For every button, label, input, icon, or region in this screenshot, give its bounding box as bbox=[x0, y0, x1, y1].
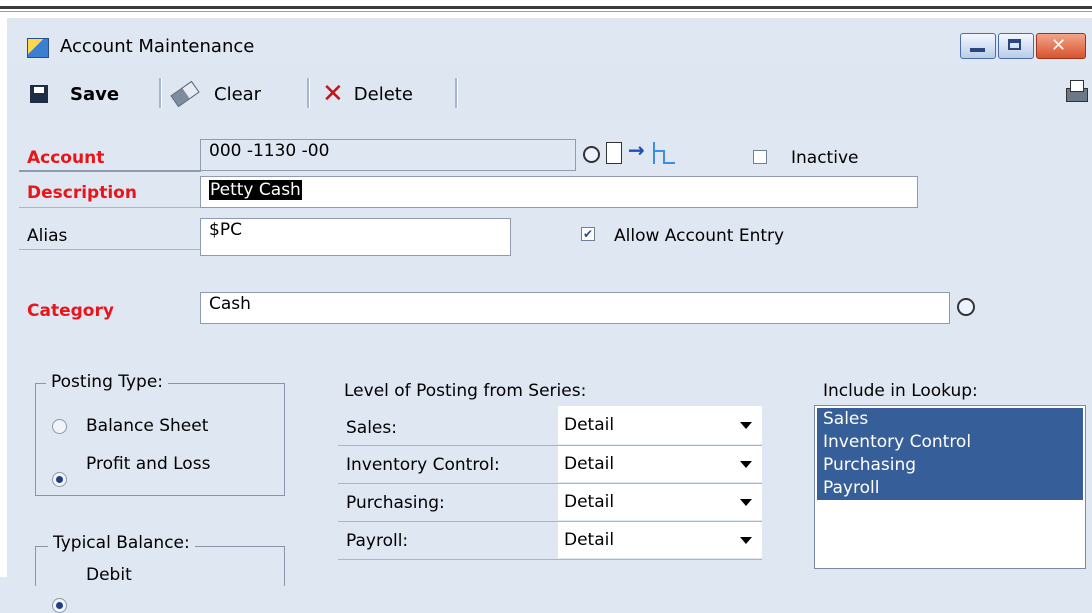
typical-balance-title: Typical Balance: bbox=[48, 533, 195, 553]
clear-label: Clear bbox=[214, 83, 262, 105]
posting-type-title: Posting Type: bbox=[46, 372, 169, 392]
screen-top-line bbox=[0, 6, 1092, 9]
lookup-item-purchasing[interactable]: Purchasing bbox=[817, 454, 1083, 477]
account-structure-icon[interactable] bbox=[650, 140, 678, 168]
account-lookup-button[interactable] bbox=[580, 143, 602, 165]
lookup-selection: Sales Inventory Control Purchasing Payro… bbox=[817, 408, 1083, 500]
category-value: Cash bbox=[209, 294, 251, 314]
include-in-lookup-title: Include in Lookup: bbox=[823, 381, 978, 401]
allow-entry-label: Allow Account Entry bbox=[614, 226, 785, 246]
inventory-posting-value: Detail bbox=[564, 454, 615, 474]
app-window-icon bbox=[27, 38, 49, 58]
toolbar-separator bbox=[307, 78, 310, 108]
description-value: Petty Cash bbox=[209, 180, 302, 200]
description-field[interactable]: Petty Cash bbox=[200, 176, 918, 208]
posting-type-group bbox=[35, 383, 285, 496]
inactive-label: Inactive bbox=[791, 148, 859, 168]
toolbar bbox=[7, 66, 1092, 120]
eraser-icon bbox=[170, 80, 200, 108]
description-label: Description bbox=[27, 183, 137, 203]
chevron-down-icon bbox=[740, 498, 752, 506]
minimize-button[interactable] bbox=[960, 33, 996, 59]
profit-and-loss-label: Profit and Loss bbox=[86, 454, 211, 474]
magnifier-icon bbox=[957, 298, 975, 316]
category-lookup-button[interactable] bbox=[954, 295, 978, 319]
sales-posting-value: Detail bbox=[564, 415, 615, 435]
minimize-icon bbox=[970, 48, 985, 52]
payroll-posting-value: Detail bbox=[564, 530, 615, 550]
alias-field[interactable]: $PC bbox=[200, 218, 511, 256]
delete-x-icon: ✕ bbox=[322, 79, 344, 109]
label-grid-line bbox=[19, 207, 201, 208]
print-button[interactable] bbox=[1064, 80, 1088, 106]
label-grid-line bbox=[19, 249, 201, 250]
alias-label: Alias bbox=[27, 226, 68, 246]
floppy-disk-icon bbox=[30, 85, 48, 103]
sales-posting-dropdown[interactable]: Detail bbox=[558, 406, 762, 444]
balance-sheet-label: Balance Sheet bbox=[86, 416, 209, 436]
purchasing-posting-dropdown[interactable]: Detail bbox=[558, 484, 762, 520]
tree-line-4 bbox=[663, 162, 675, 164]
include-in-lookup-list[interactable]: Sales Inventory Control Purchasing Payro… bbox=[814, 405, 1086, 569]
close-icon: ✕ bbox=[1051, 35, 1067, 56]
tree-line-1 bbox=[653, 142, 655, 164]
save-button[interactable]: Save bbox=[30, 76, 119, 112]
category-field[interactable]: Cash bbox=[200, 292, 950, 324]
posting-row-label-purchasing: Purchasing: bbox=[346, 493, 445, 513]
inactive-checkbox[interactable] bbox=[753, 150, 767, 164]
payroll-posting-dropdown[interactable]: Detail bbox=[558, 522, 762, 558]
debit-label: Debit bbox=[86, 565, 132, 585]
chevron-down-icon bbox=[740, 460, 752, 468]
category-label: Category bbox=[27, 301, 114, 321]
debit-radio[interactable] bbox=[52, 598, 67, 613]
account-label: Account bbox=[27, 148, 105, 168]
arrow-right-icon[interactable]: → bbox=[628, 138, 645, 162]
row-divider bbox=[338, 559, 762, 560]
label-grid-line bbox=[19, 170, 201, 172]
allow-entry-checkbox[interactable]: ✔ bbox=[581, 227, 595, 241]
purchasing-posting-value: Detail bbox=[564, 492, 615, 512]
printer-paper bbox=[1070, 80, 1084, 92]
delete-button[interactable]: ✕ Delete bbox=[322, 76, 413, 112]
maximize-icon bbox=[1008, 39, 1021, 50]
account-field[interactable]: 000 -1130 -00 bbox=[200, 139, 576, 171]
posting-row-label-sales: Sales: bbox=[346, 418, 397, 438]
screen-top-strip bbox=[0, 0, 1092, 18]
level-of-posting-title: Level of Posting from Series: bbox=[344, 381, 587, 401]
new-document-icon[interactable] bbox=[606, 142, 622, 164]
window-title: Account Maintenance bbox=[60, 36, 255, 57]
save-label: Save bbox=[70, 83, 120, 105]
maximize-button[interactable] bbox=[998, 33, 1034, 59]
screen-top-line-2 bbox=[0, 11, 1092, 12]
lookup-item-inventory-control[interactable]: Inventory Control bbox=[817, 431, 1083, 454]
lookup-item-sales[interactable]: Sales bbox=[817, 408, 1083, 431]
toolbar-separator bbox=[159, 78, 162, 108]
toolbar-separator bbox=[455, 78, 458, 108]
inventory-posting-dropdown[interactable]: Detail bbox=[558, 446, 762, 482]
chevron-down-icon bbox=[740, 536, 752, 544]
clear-button[interactable]: Clear bbox=[170, 76, 262, 112]
close-button[interactable]: ✕ bbox=[1036, 33, 1086, 59]
balance-sheet-radio[interactable] bbox=[52, 419, 67, 434]
checkmark-icon: ✔ bbox=[582, 227, 594, 241]
posting-row-label-inventory: Inventory Control: bbox=[346, 455, 500, 475]
posting-row-label-payroll: Payroll: bbox=[346, 531, 409, 551]
profit-and-loss-radio[interactable] bbox=[52, 472, 67, 487]
magnifier-icon bbox=[582, 145, 600, 163]
delete-label: Delete bbox=[353, 83, 413, 105]
screen-left-edge bbox=[0, 18, 7, 577]
chevron-down-icon bbox=[740, 421, 752, 429]
alias-value: $PC bbox=[209, 220, 242, 240]
lookup-item-payroll[interactable]: Payroll bbox=[817, 477, 1083, 500]
account-value: 000 -1130 -00 bbox=[209, 141, 330, 161]
